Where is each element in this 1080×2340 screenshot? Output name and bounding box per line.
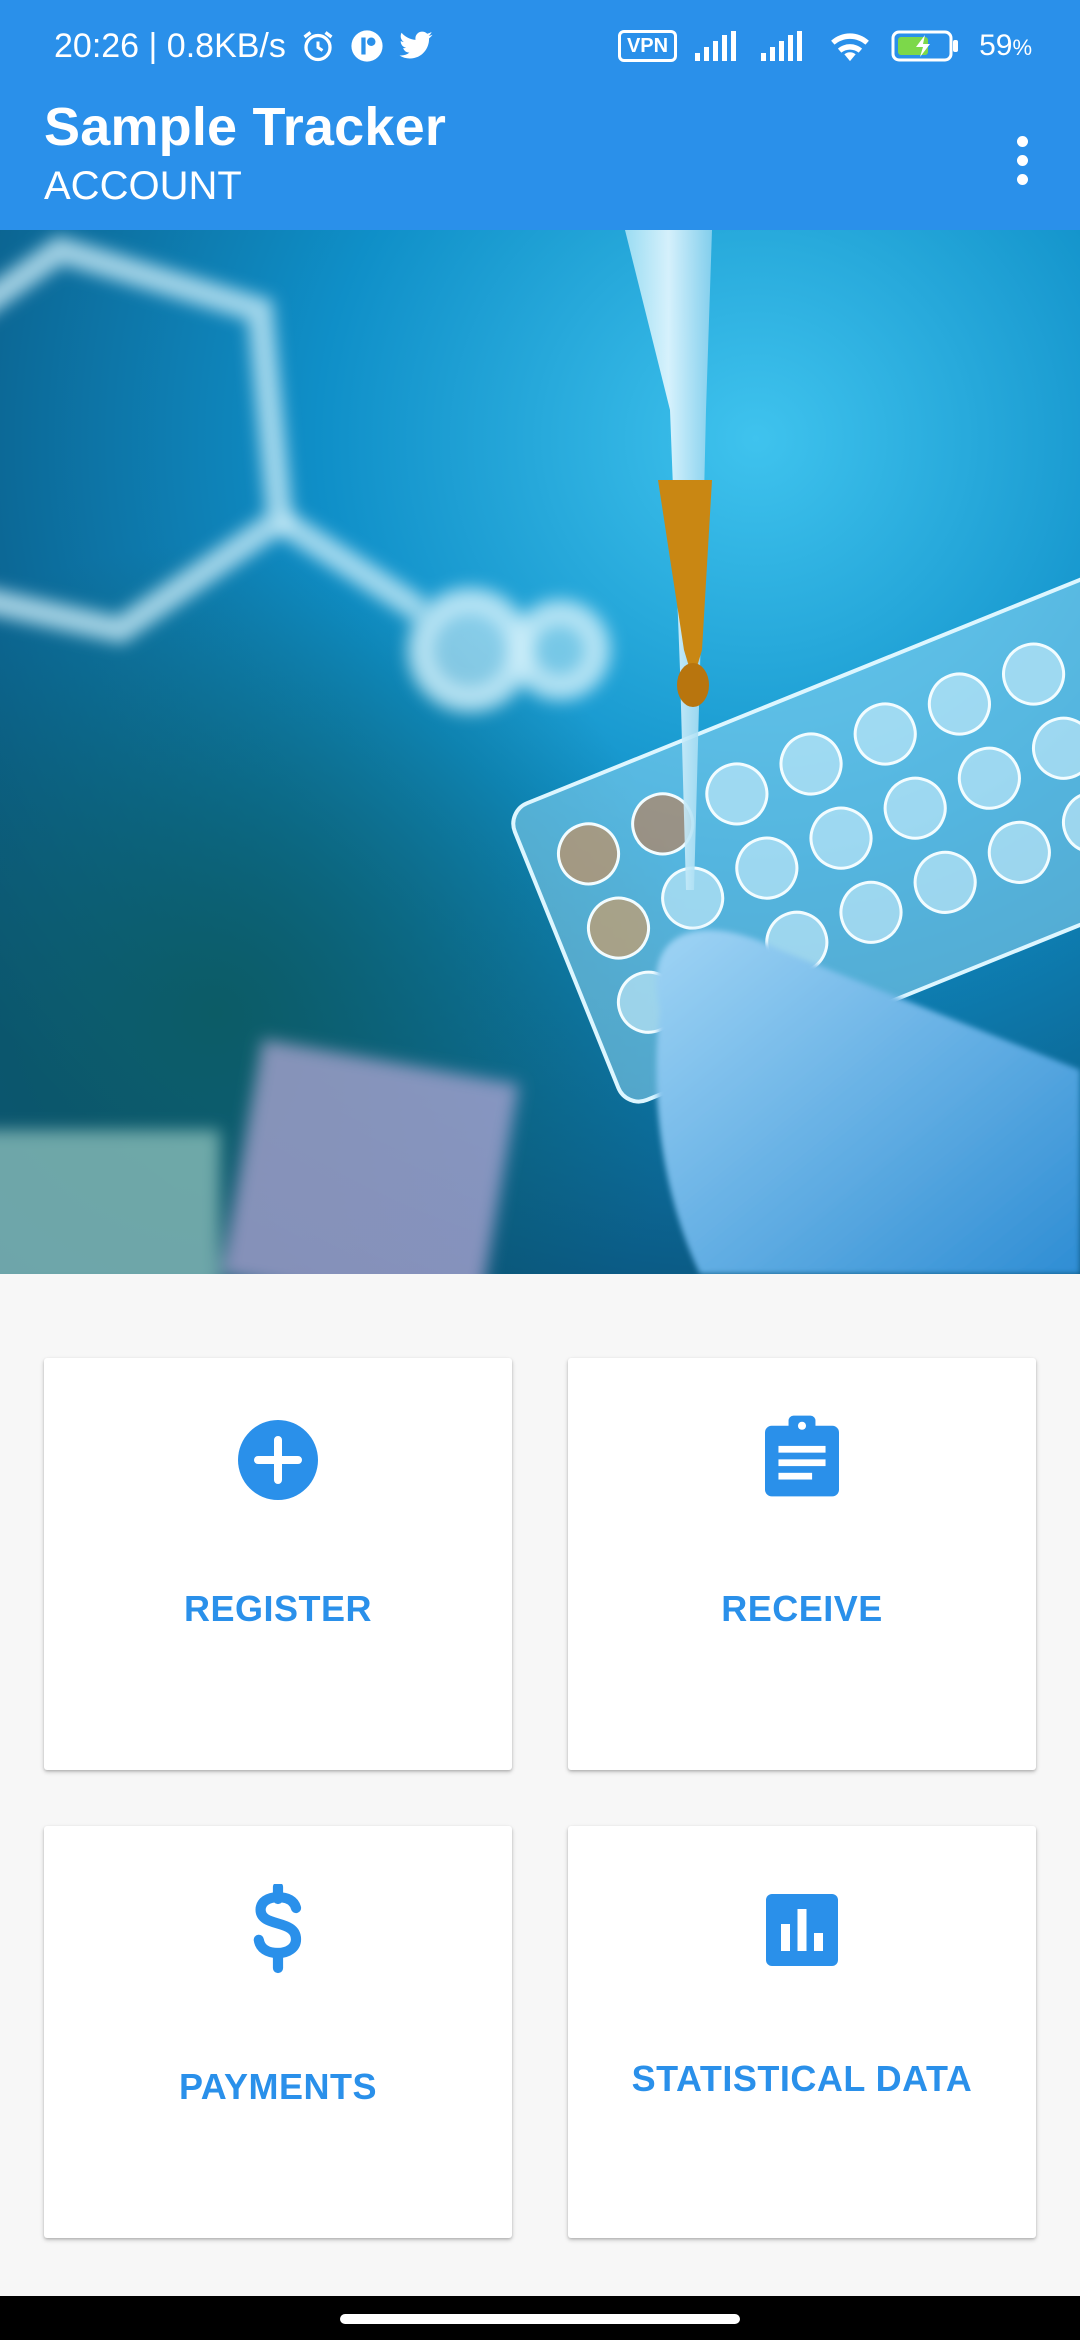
add-circle-icon <box>238 1420 318 1505</box>
app-subtitle: ACCOUNT <box>44 164 242 208</box>
register-label: REGISTER <box>183 1588 373 1629</box>
receive-card[interactable]: RECEIVE <box>568 1358 1036 1770</box>
register-card[interactable]: REGISTER <box>44 1358 512 1770</box>
twitter-icon <box>398 30 434 62</box>
payments-label: PAYMENTS <box>178 2066 378 2107</box>
battery-value: 59 <box>979 29 1013 62</box>
app-title: Sample Tracker <box>44 97 447 157</box>
battery-charging-icon <box>891 29 961 63</box>
wifi-icon <box>827 29 873 63</box>
menu-dot <box>1016 154 1028 166</box>
battery-level: 59% <box>979 29 1032 63</box>
menu-dot <box>1016 135 1028 147</box>
signal-icon <box>695 31 743 61</box>
signal-icon <box>761 31 809 61</box>
alarm-icon <box>300 28 336 64</box>
statistical-data-card[interactable]: STATISTICAL DATA <box>568 1826 1036 2238</box>
statistical-data-label: STATISTICAL DATA <box>631 2058 973 2099</box>
app-bar: Sample Tracker ACCOUNT <box>0 92 1080 230</box>
clipboard-icon <box>765 1414 839 1503</box>
dollar-icon <box>248 1881 308 1979</box>
menu-dot <box>1016 173 1028 185</box>
app-notification-icon <box>350 29 384 63</box>
battery-unit: % <box>1012 35 1032 60</box>
home-indicator[interactable] <box>340 2314 740 2324</box>
vpn-icon: VPN <box>617 30 678 62</box>
action-grid: REGISTER RECEIVE PAYMENTS STATISTICAL DA… <box>44 1358 1036 2238</box>
lab-image <box>0 230 1080 1274</box>
receive-label: RECEIVE <box>721 1588 883 1629</box>
status-time-speed: 20:26 | 0.8KB/s <box>54 26 286 65</box>
hero-lab-image <box>0 230 1080 1274</box>
more-vert-icon[interactable] <box>992 120 1052 200</box>
status-bar: 20:26 | 0.8KB/s VPN 59% <box>0 0 1080 92</box>
status-left: 20:26 | 0.8KB/s <box>54 27 434 66</box>
bar-chart-icon <box>766 1894 838 1971</box>
payments-card[interactable]: PAYMENTS <box>44 1826 512 2238</box>
status-right: VPN 59% <box>617 29 1032 63</box>
